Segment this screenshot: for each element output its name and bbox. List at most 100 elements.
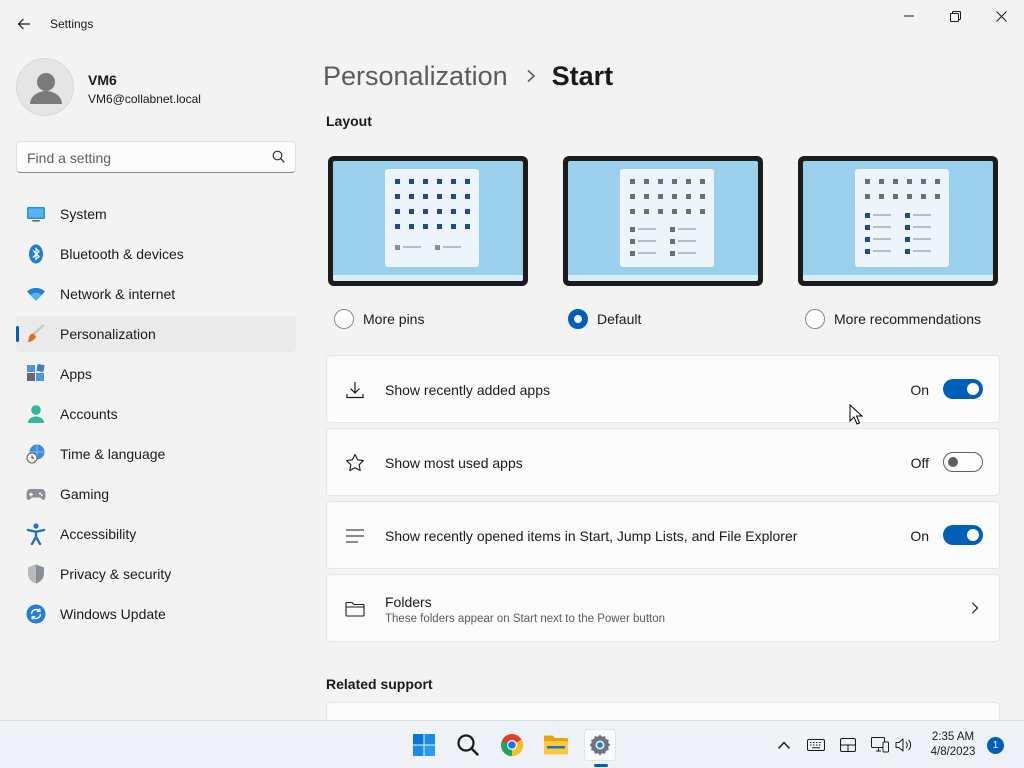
back-button[interactable] [10, 10, 38, 38]
wifi-icon [26, 284, 46, 304]
setting-show-recently-added-apps: Show recently added apps On [326, 355, 1000, 423]
gamepad-icon [26, 484, 46, 504]
sidebar-item-label: Personalization [60, 326, 156, 342]
user-avatar-icon [30, 73, 62, 104]
setting-label: Show recently added apps [385, 382, 550, 398]
sidebar-item-gaming[interactable]: Gaming [16, 476, 296, 512]
star-icon [345, 453, 365, 473]
sidebar-item-label: Privacy & security [60, 566, 172, 582]
breadcrumb: Personalization Start [323, 58, 613, 94]
setting-label: Show most used apps [385, 455, 523, 471]
system-clock[interactable]: 2:35 AM 4/8/2023 [920, 730, 986, 760]
layout-preview-default[interactable] [563, 156, 763, 286]
sidebar-item-windows-update[interactable]: Windows Update [16, 596, 296, 632]
accounts-icon [26, 404, 46, 424]
mouse-cursor-icon [849, 403, 864, 431]
sidebar-item-label: Accounts [60, 406, 118, 422]
title-bar: Settings [0, 0, 1024, 48]
layout-screen [333, 161, 523, 281]
radio-label: More pins [363, 311, 425, 327]
chevron-right-icon [971, 601, 979, 619]
settings-icon [589, 734, 611, 756]
sidebar-item-accessibility[interactable]: Accessibility [16, 516, 296, 552]
toggle-state-text: Off [910, 455, 929, 471]
taskbar: 2:35 AM 4/8/2023 1 [0, 720, 1024, 768]
taskbar-thumbnail [568, 275, 758, 281]
breadcrumb-parent[interactable]: Personalization [323, 61, 508, 92]
toggle-knob [948, 457, 958, 467]
chevron-up-icon[interactable] [775, 736, 793, 754]
apps-icon [26, 364, 46, 384]
sidebar-item-accounts[interactable]: Accounts [16, 396, 296, 432]
sidebar-item-bluetooth-devices[interactable]: Bluetooth & devices [16, 236, 296, 272]
maximize-button[interactable] [932, 0, 978, 32]
sidebar-item-label: Accessibility [60, 526, 137, 542]
radio-more-pins[interactable]: More pins [334, 308, 424, 330]
system-icon [26, 204, 46, 224]
file-explorer-button[interactable] [540, 729, 572, 761]
notification-badge[interactable]: 1 [987, 737, 1004, 754]
search-icon [457, 734, 479, 756]
taskbar-thumbnail [803, 275, 993, 281]
minimize-icon [904, 15, 914, 17]
user-email: VM6@collabnet.local [88, 92, 201, 106]
download-icon [345, 380, 365, 400]
sidebar-item-label: Time & language [60, 446, 166, 462]
restore-icon [949, 10, 961, 22]
sidebar-item-apps[interactable]: Apps [16, 356, 296, 392]
layout-heading: Layout [326, 113, 372, 129]
toggle-state-text: On [910, 382, 929, 398]
setting-description: These folders appear on Start next to th… [385, 613, 666, 625]
radio-button[interactable] [568, 309, 588, 329]
close-button[interactable] [978, 0, 1024, 32]
chevron-right-icon [526, 69, 536, 83]
layout-screen [803, 161, 993, 281]
list-icon [345, 526, 365, 546]
network-icon[interactable] [871, 736, 889, 754]
tablet-mode-icon[interactable] [839, 736, 857, 754]
toggle-switch[interactable] [943, 379, 983, 399]
sidebar-item-label: Windows Update [60, 606, 166, 622]
minimize-button[interactable] [886, 0, 932, 32]
setting-show-most-used-apps: Show most used apps Off [326, 428, 1000, 496]
start-menu-thumbnail [855, 169, 949, 267]
taskbar-search-button[interactable] [452, 729, 484, 761]
taskbar-thumbnail [333, 275, 523, 281]
sidebar-item-label: Bluetooth & devices [60, 246, 184, 262]
sidebar-item-label: Gaming [60, 486, 110, 502]
search-box[interactable] [16, 141, 296, 173]
brush-icon [26, 324, 46, 344]
sidebar-item-network-internet[interactable]: Network & internet [16, 276, 296, 312]
setting-folders[interactable]: Folders These folders appear on Start ne… [326, 574, 1000, 642]
accessibility-icon [26, 523, 46, 545]
settings-button[interactable] [584, 729, 616, 761]
layout-screen [568, 161, 758, 281]
volume-icon[interactable] [895, 736, 913, 754]
user-profile[interactable]: VM6 VM6@collabnet.local [16, 56, 296, 120]
start-button[interactable] [408, 729, 440, 761]
radio-button[interactable] [805, 309, 825, 329]
radio-default[interactable]: Default [568, 308, 641, 330]
sidebar-item-privacy-security[interactable]: Privacy & security [16, 556, 296, 592]
sidebar-item-label: Network & internet [60, 286, 176, 302]
toggle-switch[interactable] [943, 452, 983, 472]
toggle-knob [967, 383, 979, 395]
related-support-heading: Related support [326, 676, 433, 692]
clock-date: 4/8/2023 [930, 746, 976, 758]
shield-icon [26, 564, 46, 584]
search-icon[interactable] [272, 150, 285, 168]
radio-button[interactable] [334, 309, 354, 329]
layout-preview-more-pins[interactable] [328, 156, 528, 286]
start-menu-thumbnail [620, 169, 714, 267]
radio-label: More recommendations [834, 311, 982, 327]
sidebar-item-personalization[interactable]: Personalization [16, 316, 296, 352]
sidebar-item-time-language[interactable]: Time & language [16, 436, 296, 472]
keyboard-icon[interactable] [807, 736, 825, 754]
toggle-switch[interactable] [943, 525, 983, 545]
layout-preview-more-recommendations[interactable] [798, 156, 998, 286]
radio-more-recommendations[interactable]: More recommendations [805, 308, 981, 330]
bluetooth-icon [26, 244, 46, 264]
chrome-button[interactable] [496, 729, 528, 761]
search-input[interactable] [27, 148, 257, 168]
sidebar-item-system[interactable]: System [16, 196, 296, 232]
